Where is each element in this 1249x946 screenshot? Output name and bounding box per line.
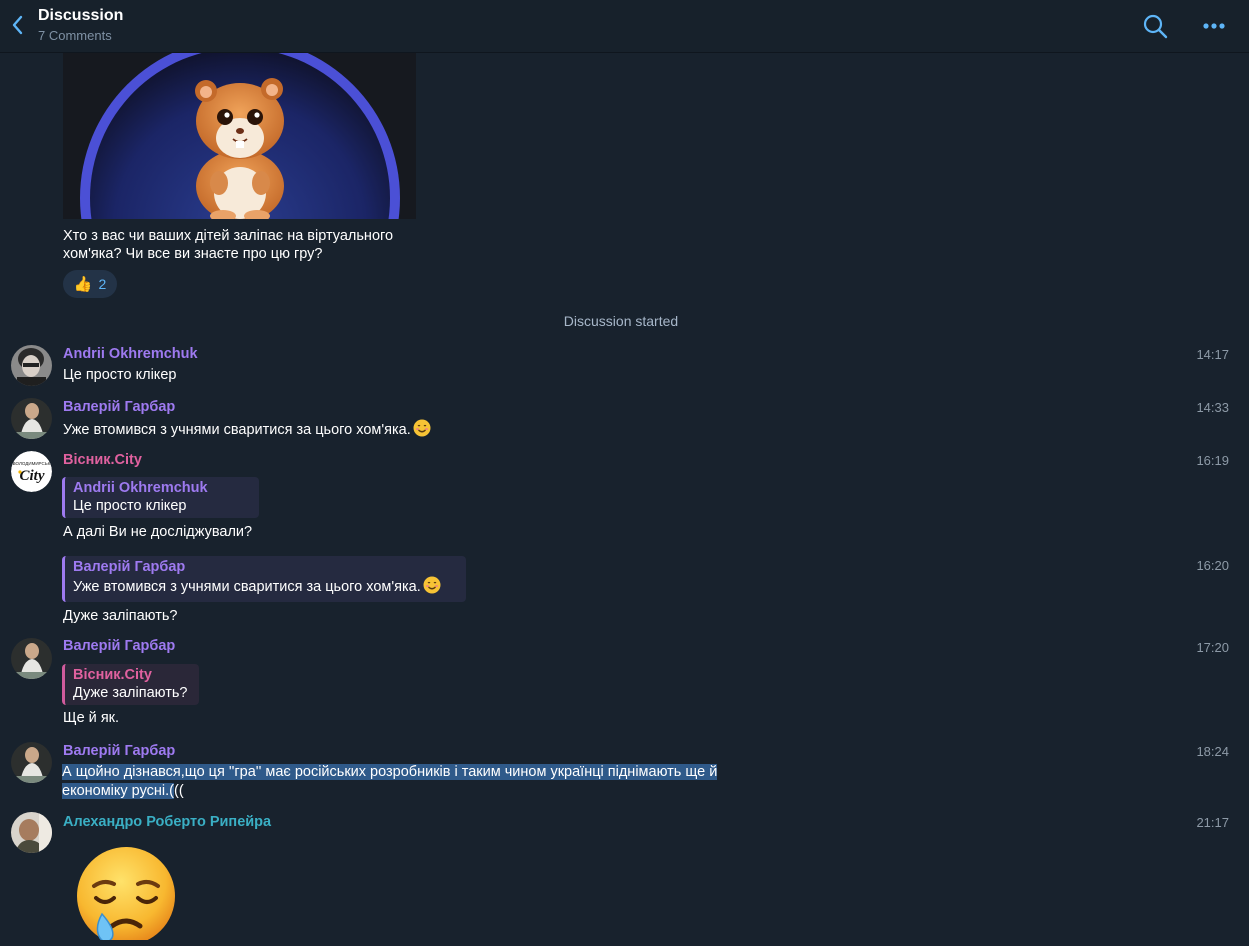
avatar-visnyk-city[interactable]: ВОЛОДИМИРСЬК City xyxy=(11,451,52,492)
post-text: Хто з вас чи ваших дітей заліпає на вірт… xyxy=(63,227,443,263)
comment-count: 7 Comments xyxy=(38,28,112,43)
reply-sender: Валерій Гарбар xyxy=(73,559,186,575)
message-time: 16:20 xyxy=(1196,558,1229,573)
post-text-line: Хто з вас чи ваших дітей заліпає на вірт… xyxy=(63,228,394,244)
sad-tear-emoji[interactable] xyxy=(74,846,178,940)
avatar-big-label: City xyxy=(20,468,45,484)
search-icon[interactable] xyxy=(1142,13,1168,39)
back-chevron-icon[interactable] xyxy=(6,12,30,38)
message-text: Уже втомився з учнями сваритися за цього… xyxy=(63,419,431,441)
message-time: 14:33 xyxy=(1196,400,1229,415)
reply-quote[interactable]: Вісник.City Дуже заліпають? xyxy=(62,664,199,705)
service-message: Discussion started xyxy=(563,313,679,329)
message-time: 18:24 xyxy=(1196,744,1229,759)
reply-text: Дуже заліпають? xyxy=(73,685,188,701)
message-text: Ще й як. xyxy=(63,710,120,726)
avatar-small-label: ВОЛОДИМИРСЬК xyxy=(13,461,51,466)
reaction-thumbs-up[interactable]: 👍 2 xyxy=(63,270,117,298)
selected-text-line: А щойно дізнався,що ця ''гра'' має росій… xyxy=(62,764,718,780)
avatar-valerii[interactable] xyxy=(11,742,52,783)
sender-name[interactable]: Вісник.City xyxy=(63,452,142,468)
selected-message-text[interactable]: А щойно дізнався,що ця ''гра'' має росій… xyxy=(62,763,718,801)
reply-text-content: Уже втомився з учнями сваритися за цього… xyxy=(73,579,421,595)
reply-sender: Вісник.City xyxy=(73,667,152,683)
post-text-line: хом'яка? Чи все ви знаєте про цю гру? xyxy=(63,246,323,262)
message-text: Дуже заліпають? xyxy=(63,608,178,624)
message-time: 21:17 xyxy=(1196,815,1229,830)
sender-name[interactable]: Валерій Гарбар xyxy=(63,399,175,415)
page-title: Discussion xyxy=(38,7,124,24)
message-text: А далі Ви не досліджували? xyxy=(63,524,253,540)
avatar-valerii[interactable] xyxy=(11,398,52,439)
sender-name[interactable]: Andrii Okhremchuk xyxy=(63,346,198,362)
selected-text-line: економіку русні.( xyxy=(62,783,175,799)
post-image-hamster[interactable] xyxy=(63,53,416,219)
thumbs-up-icon: 👍 xyxy=(73,276,93,293)
reply-text: Це просто клікер xyxy=(73,498,187,514)
avatar-andrii[interactable] xyxy=(11,345,52,386)
sender-name[interactable]: Валерій Гарбар xyxy=(63,743,175,759)
sender-name[interactable]: Алехандро Роберто Рипейра xyxy=(63,814,271,830)
message-time: 14:17 xyxy=(1196,347,1229,362)
reaction-count: 2 xyxy=(98,276,107,292)
reply-quote[interactable]: Валерій Гарбар Уже втомився з учнями сва… xyxy=(62,556,466,602)
avatar-alejandro[interactable] xyxy=(11,812,52,853)
message-text-content: Уже втомився з учнями сваритися за цього… xyxy=(63,422,411,438)
more-dots-icon[interactable] xyxy=(1200,16,1230,36)
message-text: Це просто клікер xyxy=(63,367,177,383)
smiling-face-icon xyxy=(423,576,441,599)
top-bar: Discussion 7 Comments xyxy=(0,0,1249,53)
unselected-text: (( xyxy=(174,783,184,799)
reply-sender: Andrii Okhremchuk xyxy=(73,480,208,496)
reply-quote[interactable]: Andrii Okhremchuk Це просто клікер xyxy=(62,477,259,518)
sender-name[interactable]: Валерій Гарбар xyxy=(63,638,175,654)
smiling-face-icon xyxy=(413,419,431,441)
reply-text: Уже втомився з учнями сваритися за цього… xyxy=(73,576,458,599)
message-time: 17:20 xyxy=(1196,640,1229,655)
avatar-valerii[interactable] xyxy=(11,638,52,679)
message-time: 16:19 xyxy=(1196,453,1229,468)
